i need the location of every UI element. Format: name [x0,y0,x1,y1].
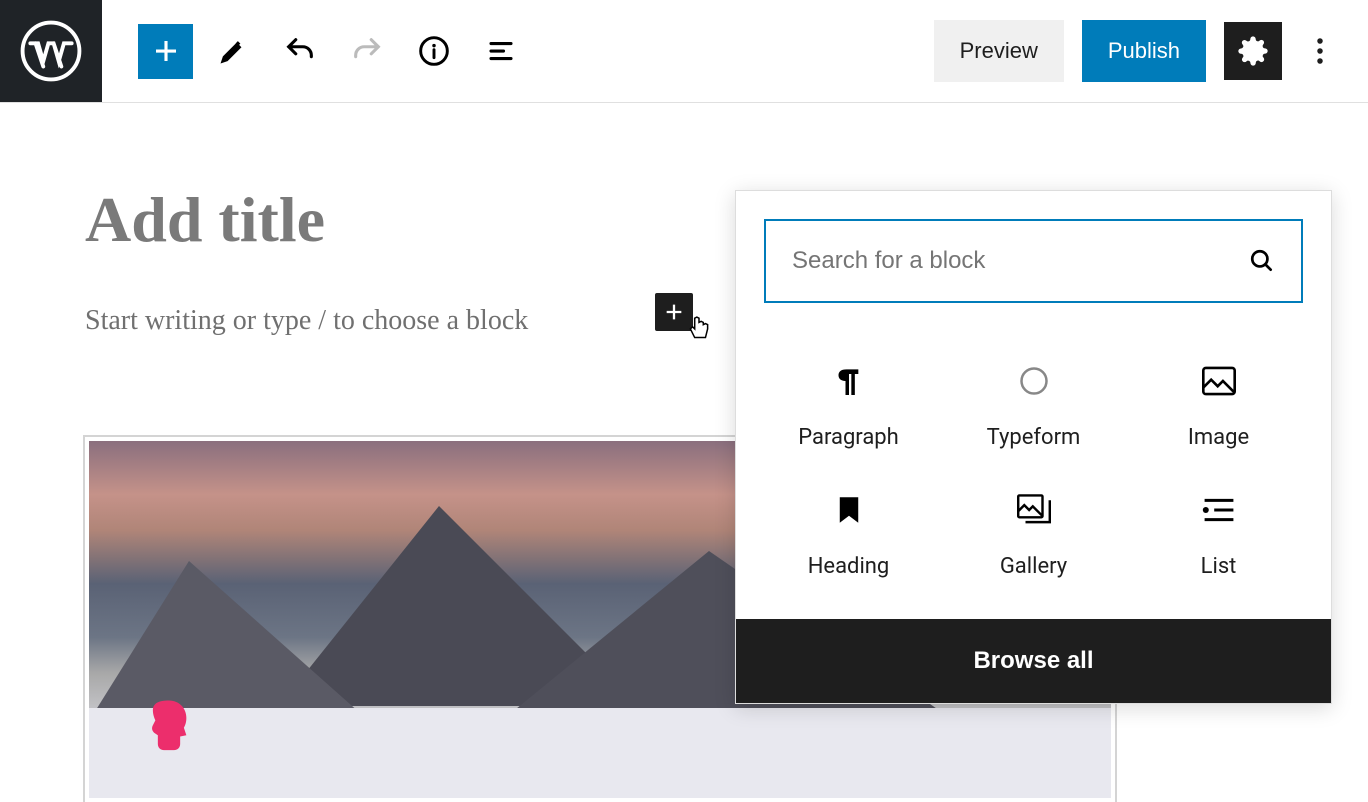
block-label: List [1201,554,1237,579]
edit-button[interactable] [205,24,260,79]
image-icon [1202,361,1236,401]
top-toolbar: Preview Publish [0,0,1368,103]
cursor-hand-icon [686,316,712,344]
redo-button[interactable] [339,24,394,79]
settings-button[interactable] [1224,22,1282,80]
block-item-typeform[interactable]: Typeform [941,361,1126,450]
circle-icon [1019,361,1049,401]
info-button[interactable] [406,24,461,79]
gallery-icon [1017,490,1051,530]
block-inserter-panel: Paragraph Typeform Image Heading Gallery… [735,190,1332,704]
plus-icon [663,301,685,323]
publish-button[interactable]: Publish [1082,20,1206,82]
toolbar-left-group [102,24,528,79]
mountain-shape [89,561,369,721]
block-label: Paragraph [798,425,899,450]
search-icon [1249,248,1275,274]
block-item-gallery[interactable]: Gallery [941,490,1126,579]
block-item-list[interactable]: List [1126,490,1311,579]
add-block-toolbar-button[interactable] [138,24,193,79]
outline-icon [486,36,516,66]
blocks-grid: Paragraph Typeform Image Heading Gallery… [736,331,1331,619]
undo-button[interactable] [272,24,327,79]
bookmark-icon [837,490,861,530]
profile-head-icon [144,698,194,760]
dots-vertical-icon [1316,36,1324,66]
wordpress-logo[interactable] [0,0,102,102]
block-label: Image [1188,425,1249,450]
preview-button[interactable]: Preview [934,20,1064,82]
clouds-shape [89,708,1111,798]
undo-icon [283,34,317,68]
paragraph-icon [835,361,863,401]
pencil-icon [218,36,248,66]
info-icon [418,35,450,67]
block-label: Heading [808,554,890,579]
block-item-image[interactable]: Image [1126,361,1311,450]
browse-all-button[interactable]: Browse all [736,619,1331,703]
plus-icon [151,36,181,66]
search-input[interactable] [792,247,1249,275]
toolbar-right-group: Preview Publish [934,20,1368,82]
search-container [736,191,1331,331]
redo-icon [350,34,384,68]
block-label: Typeform [987,425,1081,450]
block-item-paragraph[interactable]: Paragraph [756,361,941,450]
list-icon [1202,490,1236,530]
block-label: Gallery [1000,554,1067,579]
outline-button[interactable] [473,24,528,79]
block-item-heading[interactable]: Heading [756,490,941,579]
gear-icon [1237,35,1269,67]
search-box [764,219,1303,303]
more-options-button[interactable] [1300,22,1340,80]
